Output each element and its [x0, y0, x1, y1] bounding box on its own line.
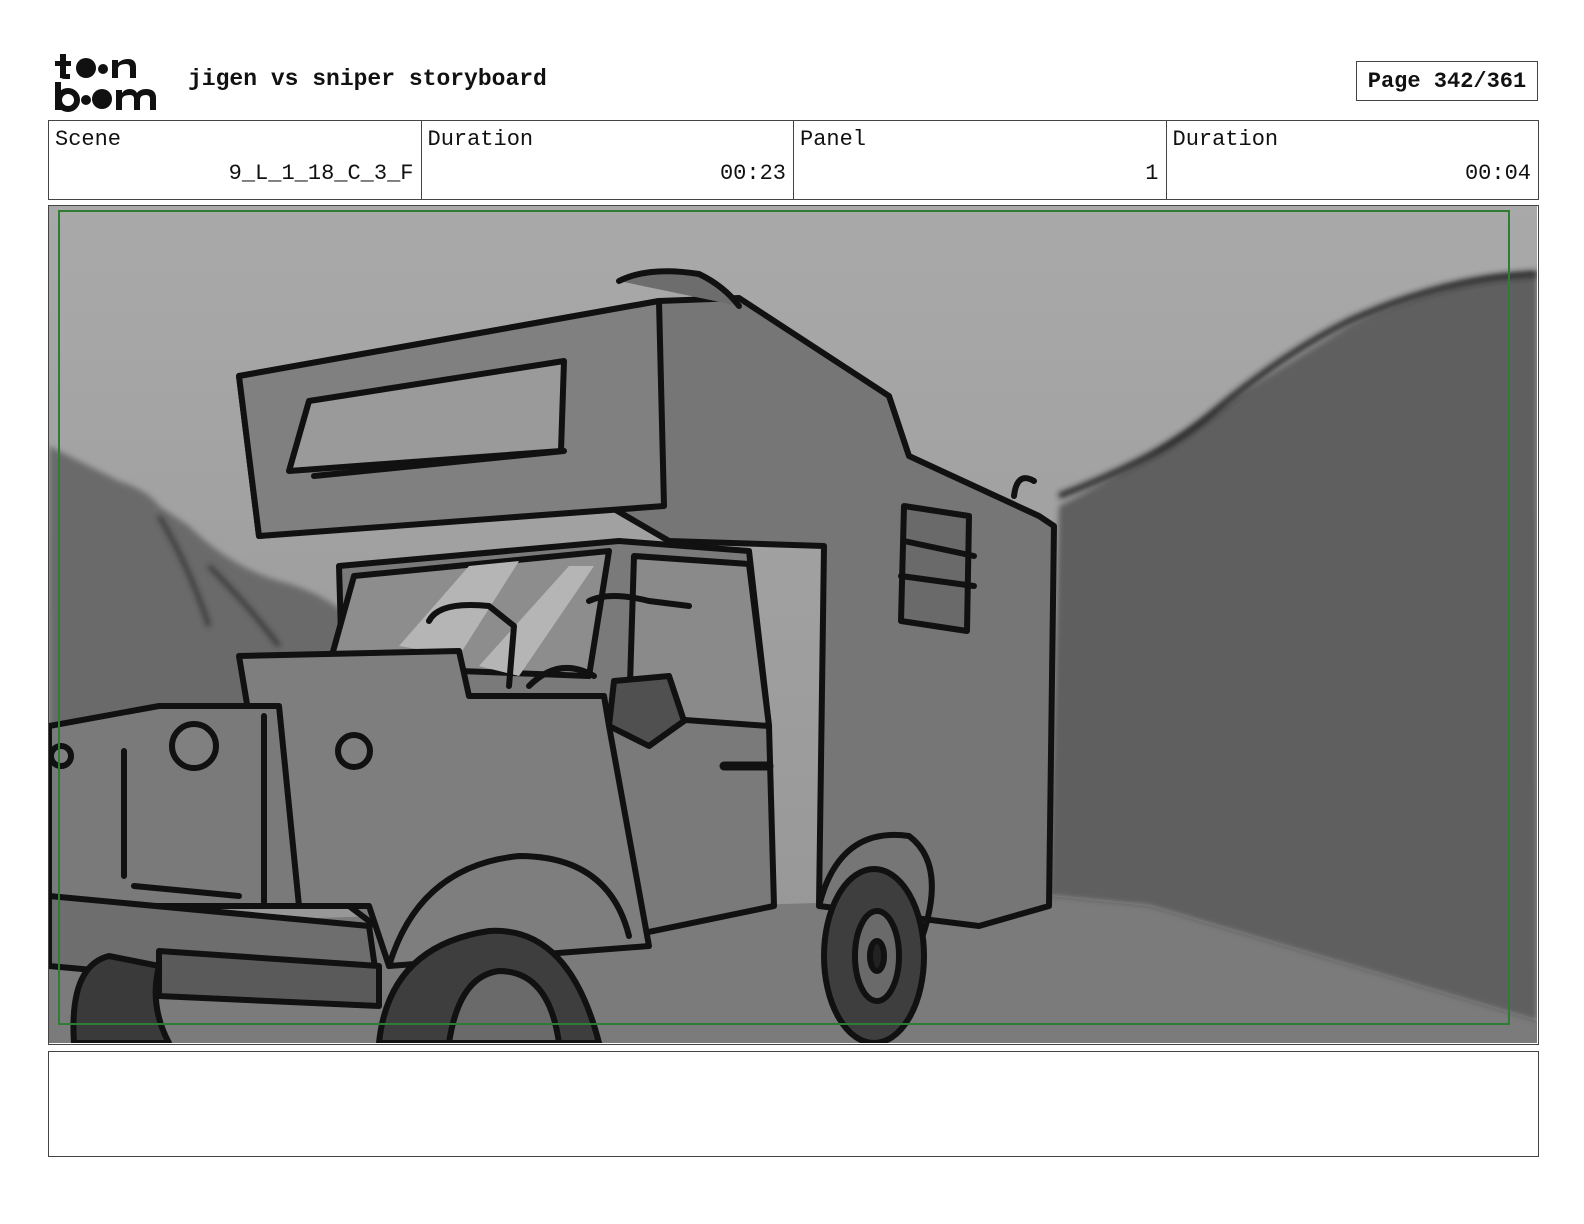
scene-duration-value: 00:23: [719, 161, 786, 186]
truck-front: [49, 648, 652, 1043]
scene-info-table: Scene 9_L_1_18_C_3_F Duration 00:23 Pane…: [48, 120, 1539, 200]
panel-label: Panel: [800, 127, 867, 152]
panel-drawing: [49, 206, 1537, 1043]
panel-duration-cell: Duration 00:04: [1167, 121, 1539, 199]
panel-notes-box[interactable]: [48, 1051, 1539, 1157]
document-title: jigen vs sniper storyboard: [188, 66, 547, 92]
scene-duration-label: Duration: [427, 127, 534, 152]
panel-value: 1: [1145, 161, 1159, 186]
page-indicator: Page 342/361: [1356, 61, 1538, 101]
panel-duration-label: Duration: [1172, 127, 1279, 152]
toonboom-logo: [55, 54, 156, 112]
panel-cell: Panel 1: [794, 121, 1167, 199]
storyboard-panel: [48, 205, 1539, 1045]
scene-label: Scene: [55, 127, 122, 152]
scene-duration-cell: Duration 00:23: [422, 121, 794, 199]
panel-duration-value: 00:04: [1464, 161, 1531, 186]
scene-value: 9_L_1_18_C_3_F: [228, 161, 414, 186]
scene-cell: Scene 9_L_1_18_C_3_F: [49, 121, 422, 199]
